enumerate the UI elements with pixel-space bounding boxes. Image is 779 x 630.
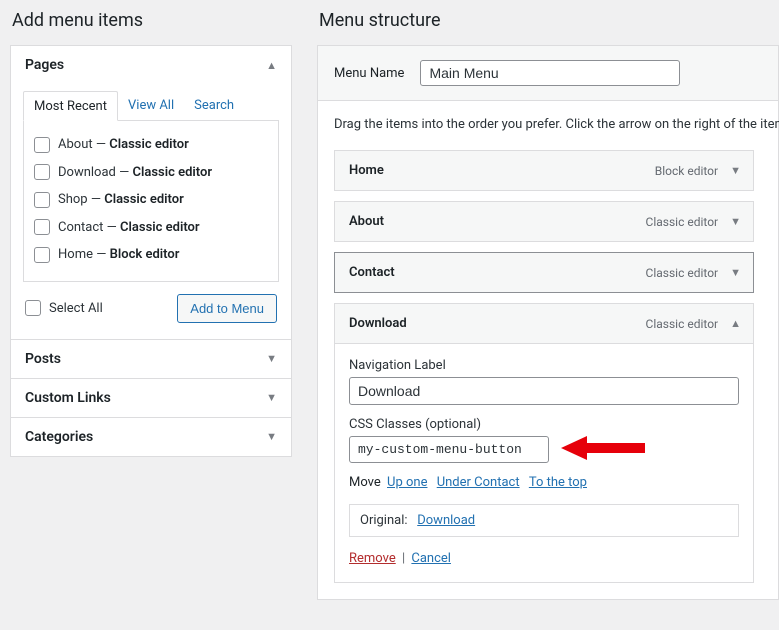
checkbox[interactable]: [34, 219, 50, 235]
menu-item-title: Home: [349, 163, 384, 178]
page-suffix: Classic editor: [96, 137, 189, 152]
tab-most-recent[interactable]: Most Recent: [23, 91, 118, 121]
page-title: About: [58, 137, 93, 152]
pages-list: About Classic editor Download Classic ed…: [23, 121, 279, 282]
chevron-down-icon[interactable]: ▼: [730, 215, 741, 228]
page-suffix: Classic editor: [91, 192, 184, 207]
original-link[interactable]: Download: [417, 513, 475, 528]
menu-item-type: Classic editor: [646, 215, 719, 229]
page-item: About Classic editor: [34, 131, 268, 159]
menu-item-type: Classic editor: [646, 317, 719, 331]
menu-item-contact[interactable]: Contact Classic editor ▼: [334, 252, 754, 293]
move-under-link[interactable]: Under Contact: [437, 475, 520, 490]
select-all-label: Select All: [49, 301, 103, 316]
right-heading: Menu structure: [317, 10, 779, 31]
accordion-title: Posts: [25, 351, 61, 367]
accordion-pages-header[interactable]: Pages ▲: [11, 46, 291, 84]
annotation-arrow-icon: [561, 436, 645, 460]
page-suffix: Block editor: [96, 247, 179, 262]
chevron-down-icon[interactable]: ▼: [730, 266, 741, 279]
page-suffix: Classic editor: [119, 165, 212, 180]
menu-structure-body: Drag the items into the order you prefer…: [317, 100, 779, 600]
accordion-posts-header[interactable]: Posts ▼: [11, 340, 291, 378]
add-items-accordion: Pages ▲ Most Recent View All Search Abou…: [10, 45, 292, 457]
nav-label-input[interactable]: [349, 377, 739, 405]
nav-label-label: Navigation Label: [349, 358, 739, 373]
page-item: Home Block editor: [34, 241, 268, 269]
page-title: Download: [58, 165, 116, 180]
accordion-custom-links-header[interactable]: Custom Links ▼: [11, 379, 291, 417]
page-title: Contact: [58, 220, 103, 235]
left-heading: Add menu items: [10, 10, 292, 31]
page-title: Shop: [58, 192, 88, 207]
add-to-menu-button[interactable]: Add to Menu: [177, 294, 277, 323]
move-controls: Move Up one Under Contact To the top: [349, 475, 739, 490]
menu-item-editor: Navigation Label CSS Classes (optional): [334, 344, 754, 583]
move-label: Move: [349, 475, 381, 490]
select-all-row: Select All: [25, 300, 103, 316]
pages-tabs: Most Recent View All Search: [23, 90, 279, 121]
menu-item-type: Block editor: [655, 164, 718, 178]
menu-item-home[interactable]: Home Block editor ▼: [334, 150, 754, 191]
cancel-link[interactable]: Cancel: [411, 551, 451, 566]
accordion-categories-header[interactable]: Categories ▼: [11, 418, 291, 456]
menu-name-input[interactable]: [420, 60, 680, 86]
chevron-down-icon[interactable]: ▼: [730, 164, 741, 177]
remove-link[interactable]: Remove: [349, 551, 396, 566]
chevron-down-icon: ▼: [266, 391, 277, 404]
original-box: Original: Download: [349, 504, 739, 537]
move-top-link[interactable]: To the top: [529, 475, 587, 490]
chevron-up-icon[interactable]: ▲: [730, 317, 741, 330]
menu-name-label: Menu Name: [334, 66, 404, 81]
page-title: Home: [58, 247, 93, 262]
page-suffix: Classic editor: [107, 220, 200, 235]
checkbox[interactable]: [34, 247, 50, 263]
menu-item-download[interactable]: Download Classic editor ▲: [334, 303, 754, 344]
menu-item-title: Contact: [349, 265, 395, 280]
css-classes-input[interactable]: [349, 436, 549, 463]
menu-item-about[interactable]: About Classic editor ▼: [334, 201, 754, 242]
accordion-title: Pages: [25, 57, 64, 73]
checkbox[interactable]: [34, 164, 50, 180]
separator: |: [402, 551, 405, 566]
original-label: Original:: [360, 513, 408, 528]
checkbox[interactable]: [34, 137, 50, 153]
accordion-title: Categories: [25, 429, 93, 445]
chevron-up-icon: ▲: [266, 59, 277, 72]
drag-hint-text: Drag the items into the order you prefer…: [334, 117, 778, 132]
chevron-down-icon: ▼: [266, 352, 277, 365]
checkbox[interactable]: [34, 192, 50, 208]
page-item: Download Classic editor: [34, 159, 268, 187]
menu-item-title: Download: [349, 316, 407, 331]
move-up-link[interactable]: Up one: [387, 475, 427, 490]
css-classes-label: CSS Classes (optional): [349, 417, 739, 432]
tab-view-all[interactable]: View All: [118, 91, 184, 121]
accordion-title: Custom Links: [25, 390, 111, 406]
select-all-checkbox[interactable]: [25, 300, 41, 316]
page-item: Shop Classic editor: [34, 186, 268, 214]
chevron-down-icon: ▼: [266, 430, 277, 443]
tab-search[interactable]: Search: [184, 91, 244, 121]
menu-item-type: Classic editor: [646, 266, 719, 280]
page-item: Contact Classic editor: [34, 214, 268, 242]
menu-item-title: About: [349, 214, 384, 229]
menu-name-bar: Menu Name: [317, 45, 779, 100]
